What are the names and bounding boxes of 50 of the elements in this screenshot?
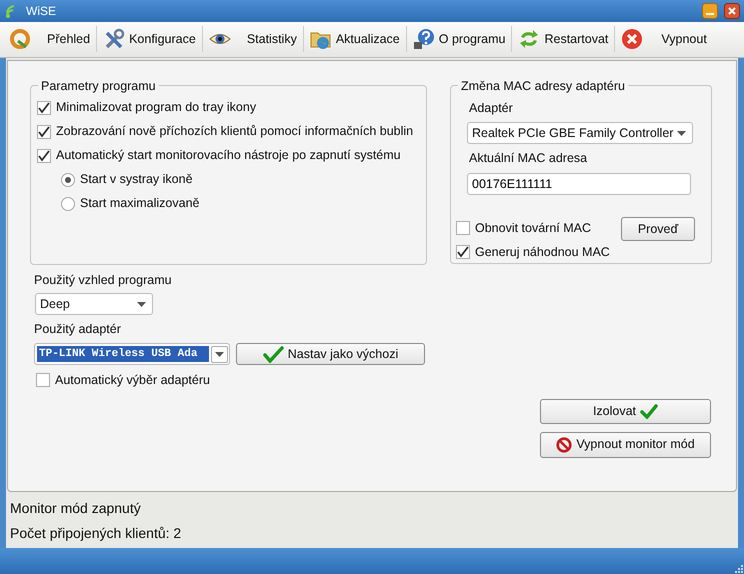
checkmark-icon xyxy=(262,346,284,363)
field-label: Aktuální MAC adresa xyxy=(469,150,588,168)
checkbox[interactable] xyxy=(37,148,51,163)
window-title: WiSE xyxy=(26,2,57,20)
checkbox[interactable] xyxy=(36,373,50,388)
option-label: Obnovit tovární MAC xyxy=(475,220,592,237)
set-default-button[interactable]: Nastav jako výchozi xyxy=(236,343,425,366)
radio-button[interactable] xyxy=(61,196,75,211)
option-label: Start v systray ikoně xyxy=(80,171,193,188)
isolate-button[interactable]: Izolovat xyxy=(540,398,711,424)
caret-icon xyxy=(677,130,686,136)
apply-button[interactable]: Proveď xyxy=(621,217,695,242)
status-text: Počet připojených klientů: 2 xyxy=(10,524,182,544)
adapter-dropdown[interactable]: TP-LINK Wireless USB Ada xyxy=(34,343,230,366)
prohibited-icon xyxy=(556,436,572,453)
toolbar-button[interactable]: Statistiky xyxy=(204,23,302,56)
refresh-icon xyxy=(518,28,540,50)
checkmark-icon xyxy=(640,404,658,419)
option-label: Minimalizovat program do tray ikony xyxy=(56,99,256,116)
field-label: Použitý vzhled programu xyxy=(34,272,173,289)
status-text: Monitor mód zapnutý xyxy=(10,499,142,518)
option-label: Zobrazování nově příchozích klientů pomocí informačních bublin xyxy=(56,123,414,140)
toolbar-button[interactable]: Aktualizace xyxy=(304,23,405,56)
resize-grip-icon xyxy=(734,564,744,574)
toolbar-button[interactable]: Konfigurace xyxy=(98,23,201,56)
radio-button[interactable] xyxy=(61,172,75,187)
option-label: Automatický start monitorovacího nástroje po zapnutí systému xyxy=(56,147,401,164)
caret-icon xyxy=(137,302,146,307)
checkbox[interactable] xyxy=(456,245,470,260)
checkbox[interactable] xyxy=(456,221,470,236)
toolbar-button[interactable]: O programu xyxy=(408,23,510,56)
toolbar-button[interactable]: Přehled xyxy=(4,23,96,56)
minimize-button[interactable] xyxy=(702,2,718,19)
caret-icon xyxy=(215,352,224,357)
toolbar-button[interactable]: Vypnout xyxy=(616,23,716,56)
appearance-dropdown[interactable]: Deep xyxy=(35,293,153,316)
mac-field[interactable]: 00176E111111 xyxy=(467,173,691,196)
checkbox[interactable] xyxy=(37,100,51,115)
toolbar-button[interactable]: Restartovat xyxy=(513,23,614,56)
monitor-off-button[interactable]: Vypnout monitor mód xyxy=(540,432,711,458)
field-label: Adaptér xyxy=(469,100,514,117)
field-label: Použitý adaptér xyxy=(34,321,122,338)
option-label: Automatický výběr adaptéru xyxy=(55,372,210,389)
adapter-dropdown[interactable]: Realtek PCIe GBE Family Controller xyxy=(467,122,693,144)
option-label: Start maximalizovaně xyxy=(80,195,200,212)
close-button[interactable] xyxy=(724,2,740,19)
option-label: Generuj náhodnou MAC xyxy=(475,244,610,261)
tools-icon xyxy=(103,28,126,50)
exit-icon xyxy=(621,28,644,50)
checkbox[interactable] xyxy=(37,124,51,139)
